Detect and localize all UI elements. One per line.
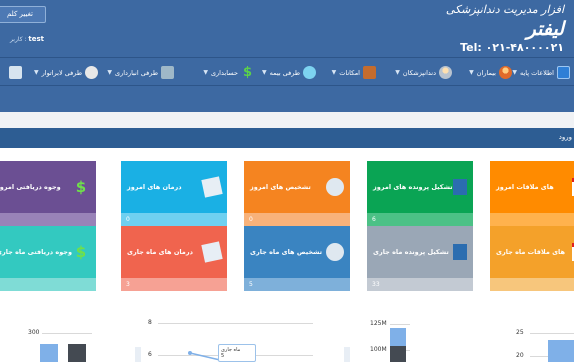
chart2-tick-8: 8 bbox=[148, 319, 152, 326]
chart4-tick-20: 20 bbox=[516, 352, 524, 359]
nav-item-basic-info[interactable]: اطلاعات پایه ▼ bbox=[512, 58, 570, 87]
patient-icon bbox=[499, 66, 512, 79]
brand: افزار مدیریت دندانپزشکی لیفتر Tel: ۰۲۱-۴… bbox=[446, 3, 564, 54]
tile-today-treatments[interactable]: درمان های امروز 0 bbox=[121, 161, 227, 226]
tooltip-value: 5 bbox=[221, 353, 225, 359]
app-subtitle: افزار مدیریت دندانپزشکی bbox=[445, 3, 564, 16]
tile-today-diagnoses[interactable]: تشخیص های امروز 0 bbox=[244, 161, 350, 226]
nav-item-dentists[interactable]: دندانپزشکان ▼ bbox=[395, 58, 452, 87]
printer-icon bbox=[9, 66, 22, 79]
accounting-icon: $ bbox=[242, 65, 253, 80]
pencil-icon bbox=[201, 241, 223, 263]
chart1-tick: 300 bbox=[28, 329, 40, 336]
user-name: test bbox=[28, 35, 45, 43]
tile-today-payments[interactable]: $ وجوه دریافتی امروز 0 bbox=[0, 161, 96, 226]
chart3-axis-label bbox=[344, 347, 350, 362]
nav-item-laboratory[interactable]: طرفی لابراتوار ▼ bbox=[34, 58, 98, 87]
chart1-gridline bbox=[42, 333, 92, 334]
folder-icon bbox=[453, 179, 467, 195]
breadcrumb: ورود bbox=[0, 128, 574, 148]
change-password-button[interactable]: تغییر کلم bbox=[0, 6, 46, 23]
spacer bbox=[0, 112, 574, 128]
phone-number: Tel: ۰۲۱-۴۸۰۰۰۰۲۱ bbox=[460, 41, 564, 54]
chart4-gridline bbox=[530, 333, 574, 334]
nav-item-patients[interactable]: بیماران ▼ bbox=[469, 58, 512, 87]
dentist-icon bbox=[439, 66, 452, 79]
tile-month-records[interactable]: تشکیل پرونده ماه جاری 33 bbox=[367, 226, 473, 291]
database-icon bbox=[557, 66, 570, 79]
nav-item-warehouse[interactable]: طرفی انبارداری ▼ bbox=[107, 58, 174, 87]
chart1-bar-light bbox=[40, 344, 58, 362]
tile-month-treatments[interactable]: درمان های ماه جاری 3 bbox=[121, 226, 227, 291]
chart3-tick-125m: 125M bbox=[370, 320, 387, 327]
tools-icon bbox=[363, 66, 376, 79]
tile-month-diagnoses[interactable]: تشخیص های ماه جاری 5 bbox=[244, 226, 350, 291]
nav-item-insurance[interactable]: طرفی بیمه ▼ bbox=[262, 58, 316, 87]
nav-item-facilities[interactable]: امکانات ▼ bbox=[332, 58, 376, 87]
tile-month-appointments[interactable]: 28 های ملاقات ماه جاری bbox=[490, 226, 574, 291]
chart3-tick-100m: 100M bbox=[370, 346, 387, 353]
chart2-axis-label bbox=[135, 347, 141, 362]
app-logo: لیفتر bbox=[526, 18, 564, 40]
chart2-gridline bbox=[158, 323, 313, 324]
user-label: کاربر : bbox=[10, 36, 27, 43]
folder-icon bbox=[453, 244, 467, 260]
stethoscope-icon bbox=[326, 178, 344, 196]
chart2-tick-6: 6 bbox=[148, 351, 152, 358]
chart2-tooltip: ماه جاری 5 bbox=[218, 344, 256, 362]
tile-today-records[interactable]: تشکیل پرونده های امروز 6 bbox=[367, 161, 473, 226]
chart1-bar-dark bbox=[68, 344, 86, 362]
tile-month-payments[interactable]: $ وجوه دریافتی ماه جاری 0 bbox=[0, 226, 96, 291]
tile-today-appointments[interactable]: 28 های ملاقات امروز bbox=[490, 161, 574, 226]
nav-item-accounting[interactable]: $ حسابداری ▼ bbox=[203, 58, 254, 87]
chart4-bar-light bbox=[548, 340, 574, 362]
nav-item-print[interactable] bbox=[9, 58, 22, 87]
main-nav: اطلاعات پایه ▼ بیماران ▼ دندانپزشکان ▼ امکا… bbox=[0, 57, 574, 86]
header-band bbox=[0, 86, 574, 112]
user-info: کاربر : test bbox=[10, 35, 44, 43]
dollar-icon: $ bbox=[75, 178, 87, 196]
stethoscope-icon bbox=[326, 243, 344, 261]
dollar-icon: $ bbox=[75, 243, 87, 261]
laboratory-icon bbox=[85, 66, 98, 79]
pencil-icon bbox=[201, 176, 223, 198]
app-header: افزار مدیریت دندانپزشکی لیفتر Tel: ۰۲۱-۴… bbox=[0, 0, 574, 57]
chart3-gridline bbox=[390, 324, 410, 325]
breadcrumb-label: ورود bbox=[558, 133, 572, 141]
chart3-bar-light bbox=[390, 328, 406, 346]
warehouse-icon bbox=[161, 66, 174, 79]
chart4-tick-25: 25 bbox=[516, 329, 524, 336]
chart3-bar-dark bbox=[390, 346, 406, 362]
insurance-icon bbox=[303, 66, 316, 79]
